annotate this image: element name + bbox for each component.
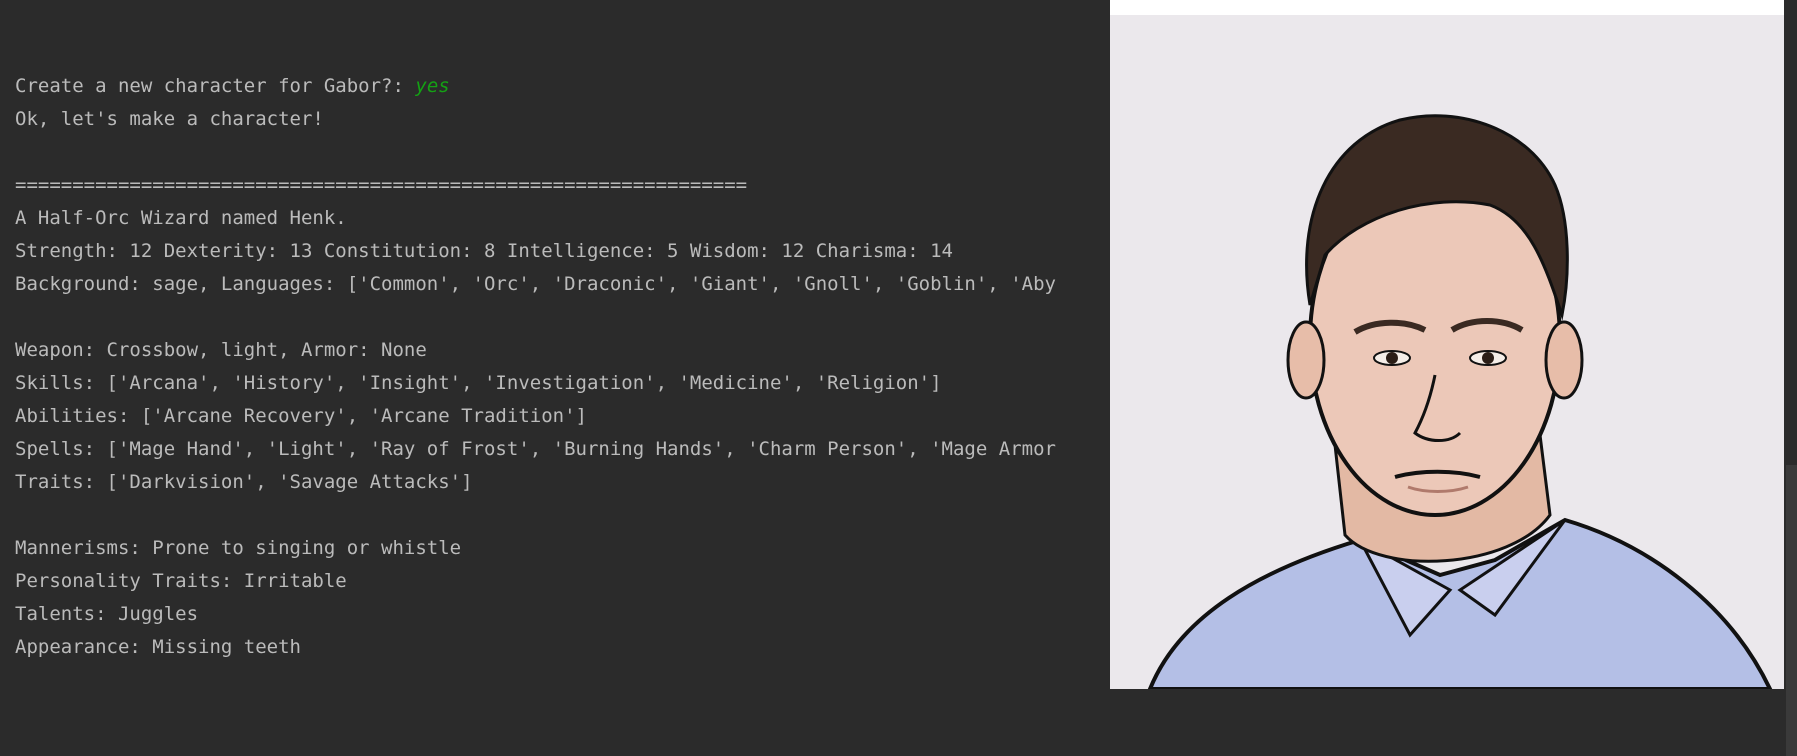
character-portrait-image xyxy=(1110,15,1784,689)
user-input-answer: yes xyxy=(415,75,450,97)
console-line-personality: Personality Traits: Irritable xyxy=(15,570,347,592)
prompt-text: Create a new character for Gabor?: xyxy=(15,75,416,97)
console-line-spells: Spells: ['Mage Hand', 'Light', 'Ray of F… xyxy=(15,438,1056,460)
console-line-appearance: Appearance: Missing teeth xyxy=(15,636,301,658)
console-line-traits: Traits: ['Darkvision', 'Savage Attacks'] xyxy=(15,471,473,493)
console-line-character-title: A Half-Orc Wizard named Henk. xyxy=(15,207,347,229)
console-separator: ========================================… xyxy=(15,174,748,196)
console-output[interactable]: Create a new character for Gabor?: yes O… xyxy=(15,70,1110,664)
image-window-titlebar xyxy=(1110,0,1784,15)
console-line-talents: Talents: Juggles xyxy=(15,603,199,625)
console-line-stats: Strength: 12 Dexterity: 13 Constitution:… xyxy=(15,240,953,262)
console-prompt-line: Create a new character for Gabor?: yes xyxy=(15,70,1110,103)
console-line-weapon: Weapon: Crossbow, light, Armor: None xyxy=(15,339,427,361)
console-line-background: Background: sage, Languages: ['Common', … xyxy=(15,273,1056,295)
console-line-skills: Skills: ['Arcana', 'History', 'Insight',… xyxy=(15,372,942,394)
console-line-mannerisms: Mannerisms: Prone to singing or whistle xyxy=(15,537,462,559)
console-line-abilities: Abilities: ['Arcane Recovery', 'Arcane T… xyxy=(15,405,587,427)
console-line: Ok, let's make a character! xyxy=(15,108,324,130)
portrait-image-window xyxy=(1110,0,1784,689)
scrollbar-thumb[interactable] xyxy=(1786,465,1797,756)
